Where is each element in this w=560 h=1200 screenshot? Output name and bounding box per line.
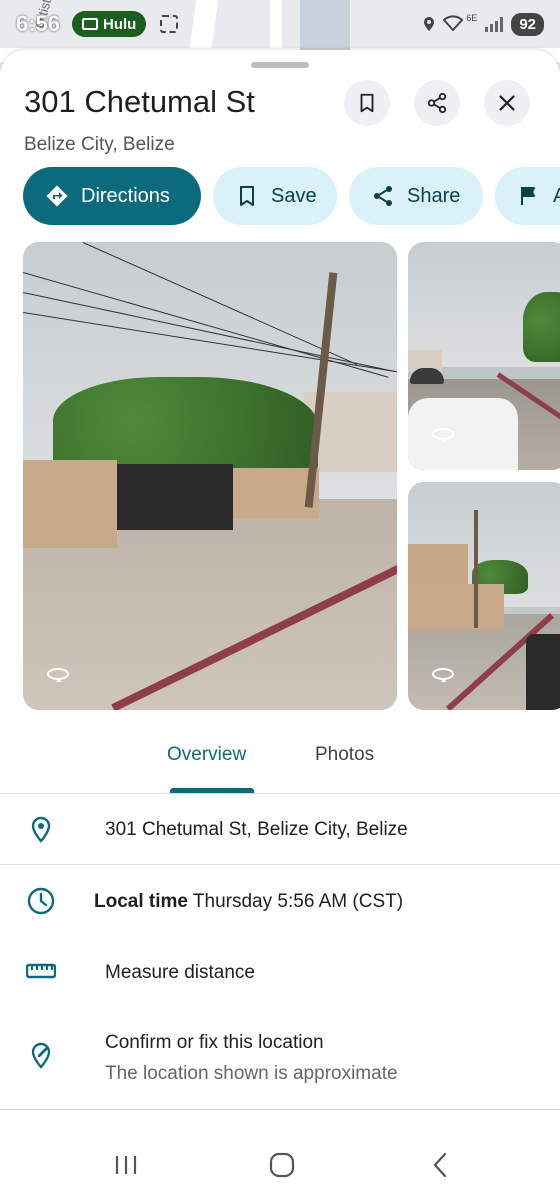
- clock-icon: [27, 887, 55, 915]
- directions-icon: [46, 185, 68, 207]
- street-view-360-icon: [432, 668, 454, 682]
- tab-photos[interactable]: Photos: [315, 744, 374, 766]
- hulu-notification-pill[interactable]: Hulu: [72, 11, 147, 37]
- tv-icon: [82, 18, 98, 30]
- recents-button[interactable]: [111, 1150, 141, 1180]
- confirm-location-title: Confirm or fix this location: [105, 1032, 324, 1053]
- street-view-photo-3[interactable]: [408, 482, 560, 710]
- hulu-label: Hulu: [103, 15, 137, 33]
- place-title: 301 Chetumal St: [24, 84, 255, 119]
- report-label: A: [553, 184, 560, 207]
- photo-hedge: [523, 292, 560, 362]
- action-chips: Directions Save Share A: [23, 167, 560, 227]
- signal-icon: [485, 16, 504, 32]
- status-bar: 6:56 Hulu 6E 92: [0, 0, 560, 48]
- directions-label: Directions: [81, 184, 170, 207]
- close-icon: [499, 95, 515, 111]
- address-text: 301 Chetumal St, Belize City, Belize: [105, 819, 408, 840]
- address-row[interactable]: 301 Chetumal St, Belize City, Belize: [0, 795, 560, 865]
- place-sheet: 301 Chetumal St Belize City, Belize Dire…: [0, 50, 560, 1200]
- photo-wall: [408, 584, 504, 630]
- save-label: Save: [271, 184, 317, 207]
- edit-location-icon: [31, 1042, 51, 1069]
- directions-button[interactable]: Directions: [23, 167, 201, 225]
- local-time-value: Thursday 5:56 AM (CST): [192, 891, 404, 912]
- bookmark-icon: [360, 93, 374, 113]
- home-icon: [269, 1152, 295, 1178]
- close-button[interactable]: [484, 80, 530, 126]
- tab-overview[interactable]: Overview: [167, 744, 246, 766]
- photo-pole: [474, 510, 478, 628]
- status-time: 6:56: [16, 11, 61, 36]
- local-time-row: Local time Thursday 5:56 AM (CST): [0, 866, 560, 938]
- header-share-button[interactable]: [414, 80, 460, 126]
- share-icon: [374, 186, 392, 206]
- street-view-photo-2[interactable]: [408, 242, 560, 470]
- share-button[interactable]: Share: [349, 167, 483, 225]
- battery-indicator: 92: [511, 12, 544, 36]
- street-view-360-icon: [47, 668, 69, 682]
- place-subtitle: Belize City, Belize: [24, 134, 175, 155]
- place-tabs: Overview Photos: [0, 730, 560, 794]
- ruler-icon: [26, 963, 56, 979]
- screenshot-icon: [160, 15, 179, 33]
- measure-distance-text: Measure distance: [105, 962, 255, 983]
- flag-icon: [521, 187, 535, 205]
- street-view-photo-main[interactable]: [23, 242, 397, 710]
- report-button[interactable]: A: [495, 167, 560, 225]
- local-time-text: Local time Thursday 5:56 AM (CST): [94, 891, 403, 913]
- local-time-label: Local time: [94, 891, 188, 912]
- tab-selected-indicator: [170, 788, 254, 793]
- wifi-icon: 6E: [442, 13, 477, 34]
- system-nav-bar: [0, 1130, 560, 1200]
- photo-car: [408, 398, 518, 470]
- recents-icon: [115, 1156, 137, 1174]
- photo-car: [526, 634, 560, 710]
- measure-distance-row[interactable]: Measure distance: [0, 938, 560, 1008]
- confirm-location-subtitle: The location shown is approximate: [105, 1063, 398, 1084]
- share-icon: [427, 92, 447, 114]
- location-pin-icon: [31, 816, 51, 843]
- photo-gate: [117, 464, 233, 530]
- street-view-360-icon: [432, 428, 454, 442]
- save-button[interactable]: Save: [213, 167, 337, 225]
- home-button[interactable]: [267, 1150, 297, 1180]
- confirm-location-row[interactable]: Confirm or fix this location The locatio…: [0, 1010, 560, 1110]
- header-save-button[interactable]: [344, 80, 390, 126]
- photo-car: [410, 368, 444, 384]
- back-button[interactable]: [425, 1150, 455, 1180]
- location-status-icon: [423, 17, 434, 31]
- share-label: Share: [407, 184, 461, 207]
- back-icon: [433, 1152, 447, 1178]
- photo-wall: [23, 460, 117, 548]
- sheet-drag-handle[interactable]: [251, 62, 309, 68]
- bookmark-icon: [240, 186, 254, 206]
- photo-house: [408, 544, 468, 586]
